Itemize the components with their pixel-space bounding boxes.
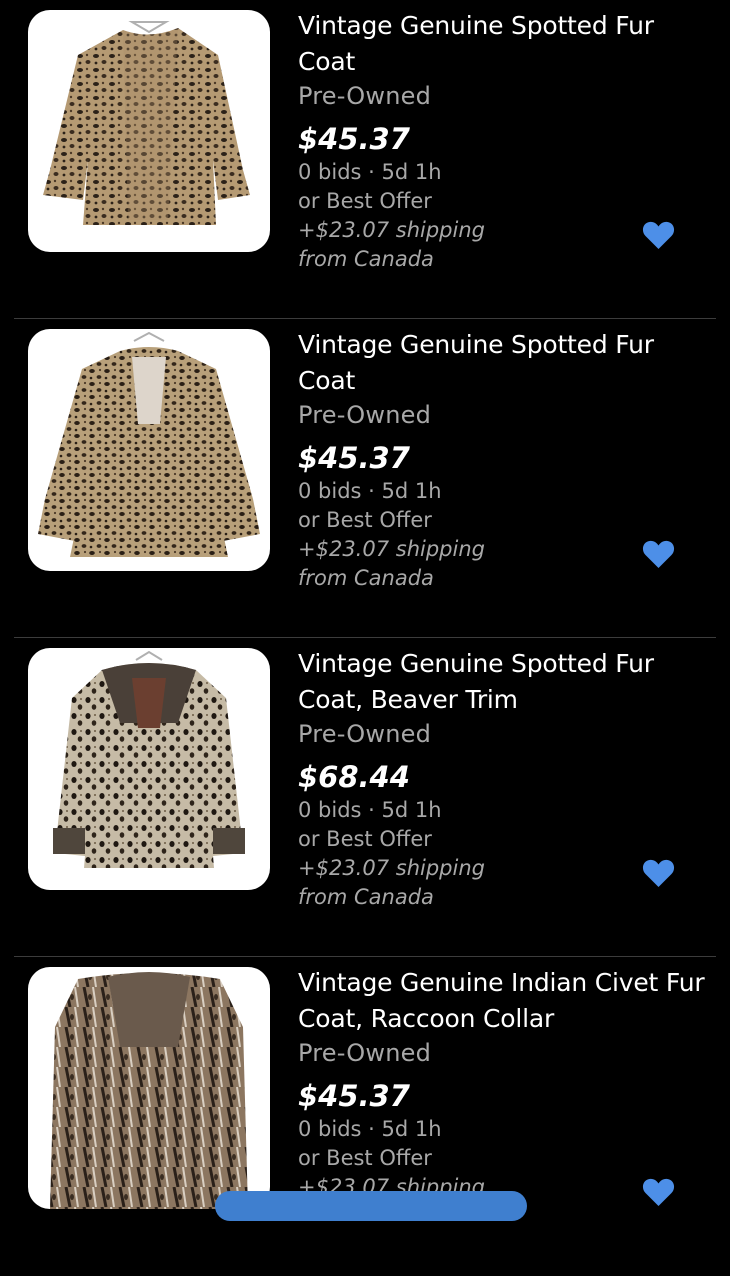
item-price: $45.37 bbox=[298, 441, 410, 475]
listing-item[interactable]: Vintage Genuine Indian Civet Fur Coat, R… bbox=[0, 957, 730, 1276]
listing-title[interactable]: Vintage Genuine Spotted Fur Coat, Beaver… bbox=[298, 646, 708, 718]
best-offer-text: or Best Offer bbox=[298, 189, 432, 213]
item-condition: Pre-Owned bbox=[298, 82, 432, 110]
item-condition: Pre-Owned bbox=[298, 720, 432, 748]
item-photo[interactable] bbox=[28, 967, 270, 1209]
bids-time-left: 0 bids · 5d 1h bbox=[298, 798, 442, 822]
bids-time-left: 0 bids · 5d 1h bbox=[298, 1117, 442, 1141]
best-offer-text: or Best Offer bbox=[298, 508, 432, 532]
item-photo[interactable] bbox=[28, 648, 270, 890]
listing-item[interactable]: Vintage Genuine Spotted Fur Coat, Beaver… bbox=[0, 638, 730, 957]
spotted-fur-coat-photo bbox=[38, 331, 260, 557]
item-photo[interactable] bbox=[28, 10, 270, 252]
bids-time-left: 0 bids · 5d 1h bbox=[298, 160, 442, 184]
listing-item[interactable]: Vintage Genuine Spotted Fur Coat Pre-Own… bbox=[0, 319, 730, 638]
heart-icon[interactable] bbox=[642, 539, 675, 569]
best-offer-text: or Best Offer bbox=[298, 827, 432, 851]
item-condition: Pre-Owned bbox=[298, 1039, 432, 1067]
item-price: $45.37 bbox=[298, 122, 410, 156]
item-price: $68.44 bbox=[298, 760, 410, 794]
spotted-fur-coat-photo bbox=[43, 21, 250, 225]
bids-time-left: 0 bids · 5d 1h bbox=[298, 479, 442, 503]
item-condition: Pre-Owned bbox=[298, 401, 432, 429]
listing-title[interactable]: Vintage Genuine Indian Civet Fur Coat, R… bbox=[298, 965, 708, 1037]
floating-action-pill[interactable] bbox=[215, 1191, 527, 1221]
listing-title[interactable]: Vintage Genuine Spotted Fur Coat bbox=[298, 8, 708, 80]
heart-icon[interactable] bbox=[642, 220, 675, 250]
best-offer-text: or Best Offer bbox=[298, 1146, 432, 1170]
listing-item[interactable]: Vintage Genuine Spotted Fur Coat Pre-Own… bbox=[0, 0, 730, 319]
heart-icon[interactable] bbox=[642, 1177, 675, 1207]
listing-title[interactable]: Vintage Genuine Spotted Fur Coat bbox=[298, 327, 708, 399]
civet-fur-coat-photo bbox=[50, 972, 248, 1209]
item-price: $45.37 bbox=[298, 1079, 410, 1113]
item-photo[interactable] bbox=[28, 329, 270, 571]
heart-icon[interactable] bbox=[642, 858, 675, 888]
spotted-fur-coat-beaver-trim-photo bbox=[53, 650, 245, 868]
